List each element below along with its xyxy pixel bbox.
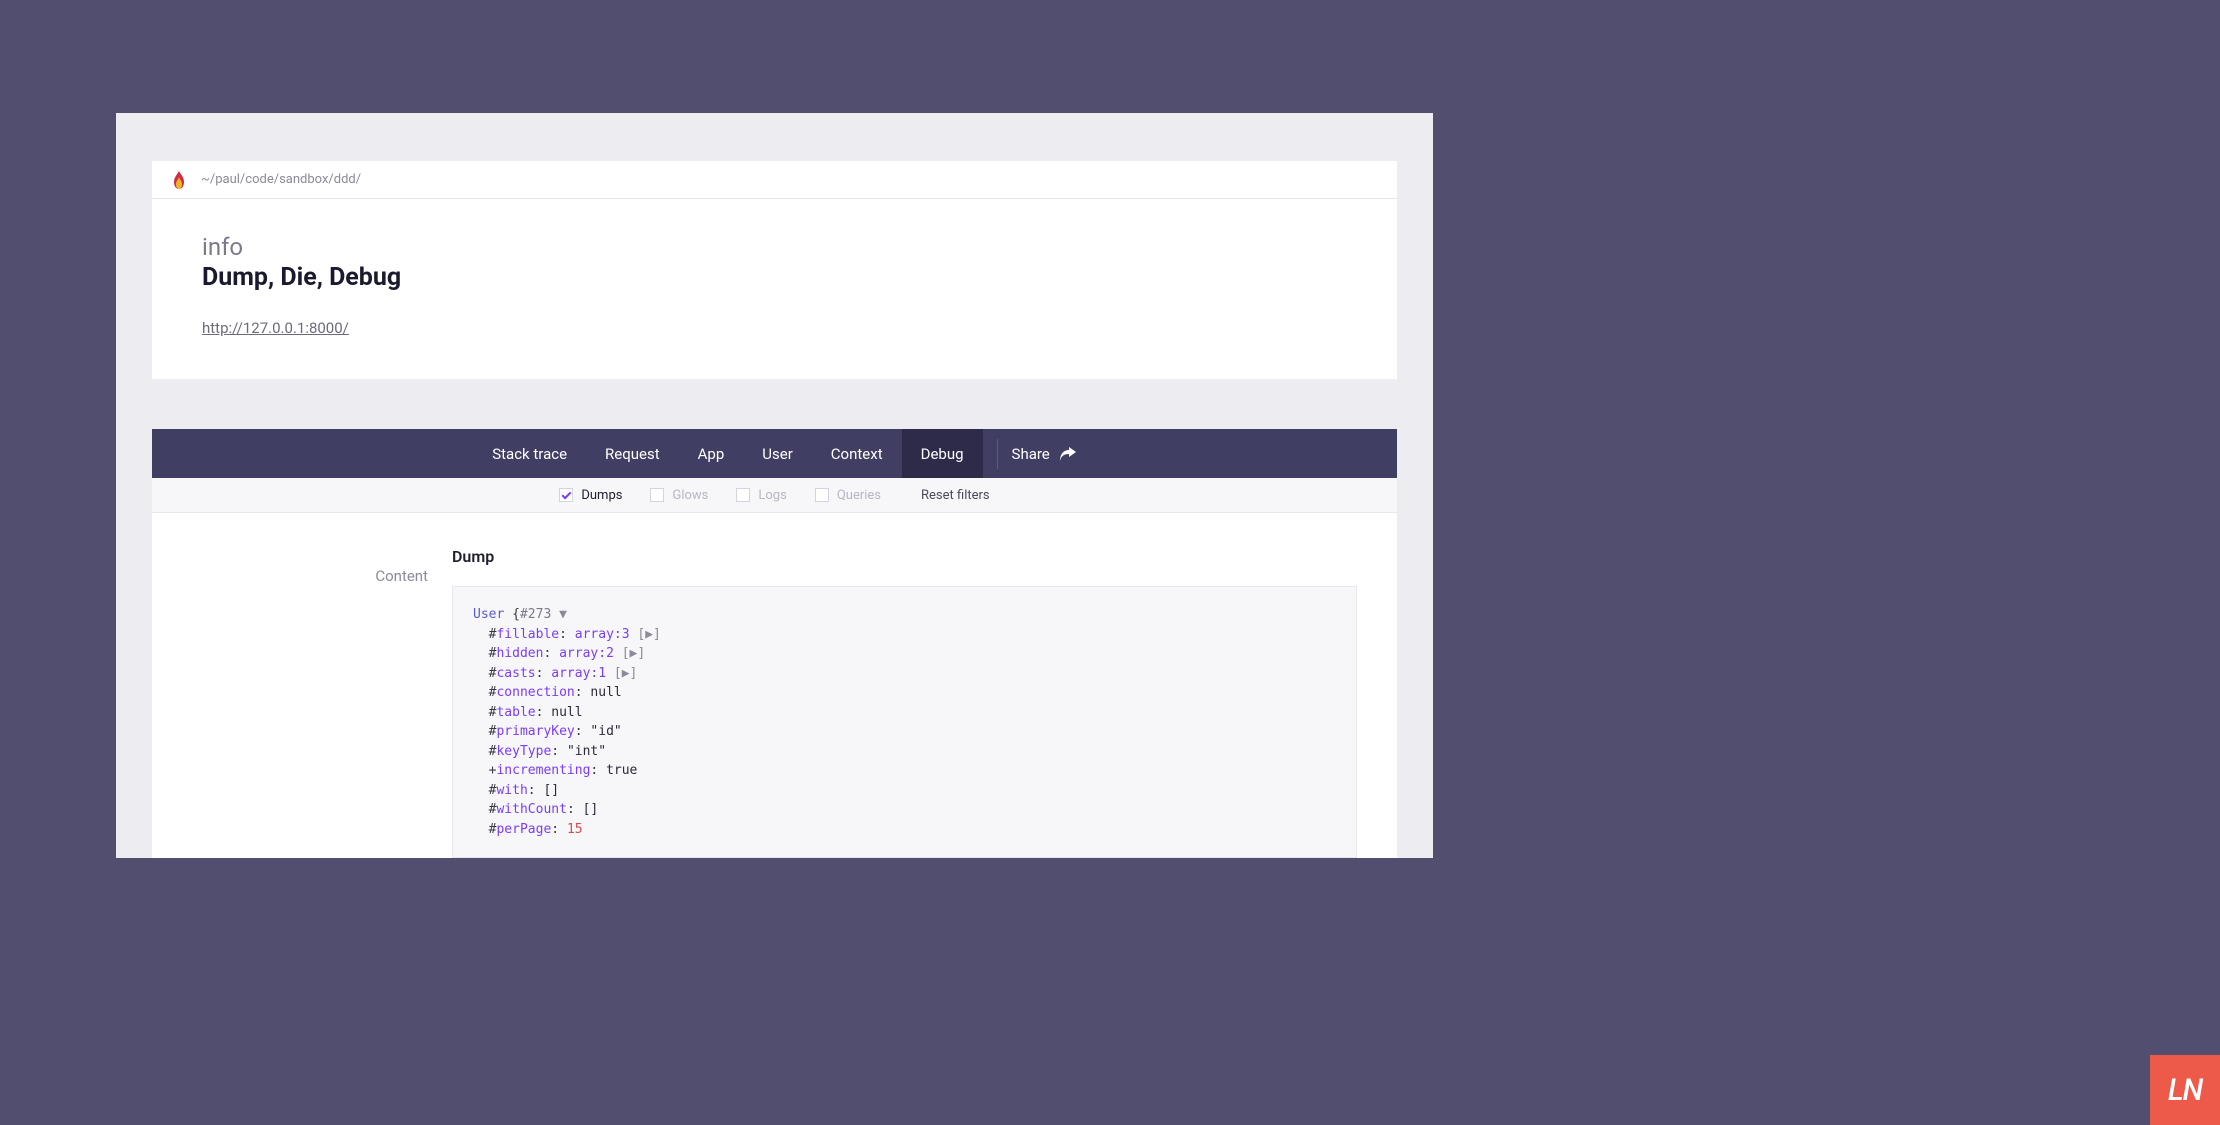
filter-bar: Dumps Glows Logs Queries Reset filters: [152, 478, 1397, 513]
watermark-badge: LN: [2150, 1055, 2220, 1125]
debug-panel: Stack traceRequestAppUserContextDebug Sh…: [152, 429, 1397, 858]
dump-heading: Dump: [452, 547, 1357, 566]
checkbox-icon: [815, 488, 829, 502]
flame-icon: [172, 171, 186, 189]
tab-stack-trace[interactable]: Stack trace: [473, 429, 586, 478]
checkbox-icon: [559, 488, 573, 502]
tab-app[interactable]: App: [679, 429, 744, 478]
dump-code-block[interactable]: User {#273 ▼ #fillable: array:3 [▶] #hid…: [452, 586, 1357, 858]
share-button[interactable]: Share: [1012, 445, 1076, 463]
checkbox-icon: [650, 488, 664, 502]
tab-request[interactable]: Request: [586, 429, 679, 478]
filter-dumps[interactable]: Dumps: [559, 488, 622, 503]
tab-debug[interactable]: Debug: [902, 429, 983, 478]
filter-logs[interactable]: Logs: [736, 488, 786, 503]
path-bar: ~/paul/code/sandbox/ddd/: [152, 161, 1397, 199]
error-category: info: [202, 233, 1347, 261]
tab-context[interactable]: Context: [812, 429, 902, 478]
error-url[interactable]: http://127.0.0.1:8000/: [202, 319, 349, 337]
error-title: Dump, Die, Debug: [202, 263, 1347, 292]
filter-queries[interactable]: Queries: [815, 488, 881, 503]
filter-glows[interactable]: Glows: [650, 488, 708, 503]
share-arrow-icon: [1060, 447, 1076, 461]
error-card: info Dump, Die, Debug http://127.0.0.1:8…: [152, 199, 1397, 379]
content-label: Content: [192, 567, 428, 585]
tab-user[interactable]: User: [743, 429, 812, 478]
project-path: ~/paul/code/sandbox/ddd/: [201, 172, 361, 187]
nav-bar: Stack traceRequestAppUserContextDebug Sh…: [152, 429, 1397, 478]
checkbox-icon: [736, 488, 750, 502]
reset-filters-link[interactable]: Reset filters: [921, 488, 990, 503]
nav-divider: [997, 439, 998, 469]
